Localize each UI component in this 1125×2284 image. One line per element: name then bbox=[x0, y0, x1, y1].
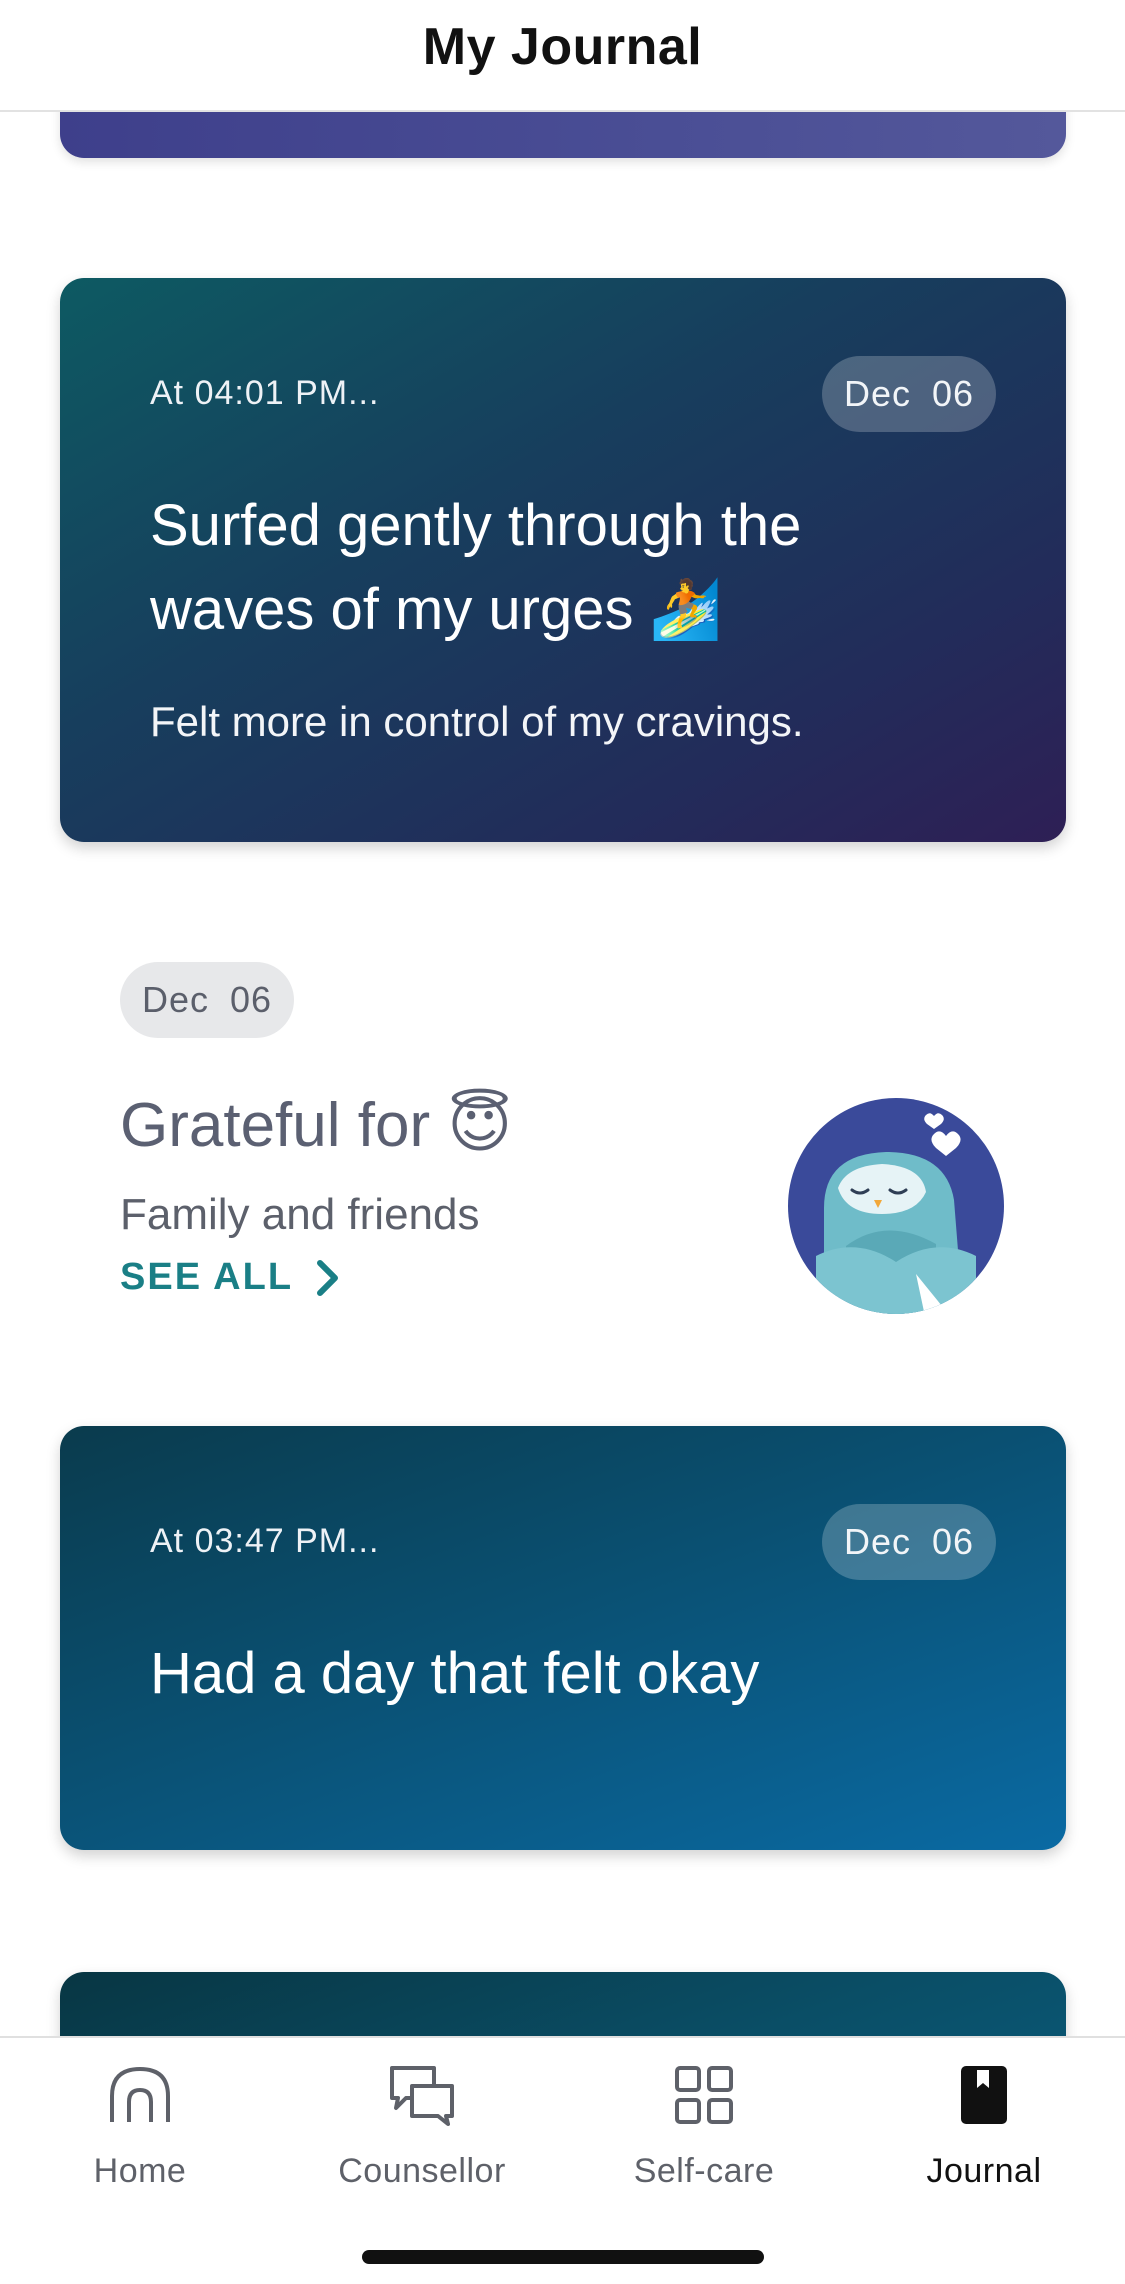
entry-date-badge: Dec 06 bbox=[822, 356, 996, 432]
journal-bookmark-icon bbox=[949, 2060, 1019, 2130]
chat-bubbles-icon bbox=[387, 2060, 457, 2130]
tab-journal-label: Journal bbox=[926, 2152, 1042, 2190]
page-title: My Journal bbox=[422, 18, 703, 76]
see-all-label: SEE ALL bbox=[120, 1256, 294, 1298]
entry-title: Had a day that felt okay bbox=[150, 1641, 760, 1706]
tab-self-care-label: Self-care bbox=[633, 2152, 775, 2190]
journal-entry-card-partial[interactable] bbox=[60, 1972, 1066, 2036]
home-icon bbox=[105, 2060, 175, 2130]
gratitude-title: Grateful for 😇 bbox=[120, 1091, 512, 1160]
tab-counsellor-label: Counsellor bbox=[338, 2152, 506, 2190]
tab-journal[interactable]: Journal bbox=[864, 2058, 1104, 2208]
owl-mascot-illustration bbox=[788, 1098, 1004, 1314]
tab-self-care[interactable]: Self-care bbox=[584, 2058, 824, 2208]
journal-entry-card[interactable]: At 04:01 PM... Dec 06 Surfed gently thro… bbox=[60, 278, 1066, 842]
tab-counsellor[interactable]: Counsellor bbox=[302, 2058, 542, 2208]
home-indicator[interactable] bbox=[362, 2250, 764, 2264]
entry-time: At 04:01 PM... bbox=[150, 374, 380, 412]
top-bar: My Journal bbox=[0, 0, 1125, 112]
entry-date-badge: Dec 06 bbox=[822, 1504, 996, 1580]
entry-title: Surfed gently through the waves of my ur… bbox=[150, 493, 802, 642]
journal-entry-card[interactable]: At 03:47 PM... Dec 06 Had a day that fel… bbox=[60, 1426, 1066, 1850]
chevron-right-icon bbox=[317, 1259, 339, 1296]
grid-icon bbox=[669, 2060, 739, 2130]
see-all-link[interactable]: SEE ALL bbox=[120, 1256, 341, 1299]
tab-home-label: Home bbox=[93, 2152, 187, 2190]
gratitude-body: Family and friends bbox=[120, 1190, 480, 1239]
journal-feed[interactable]: At 04:01 PM... Dec 06 Surfed gently thro… bbox=[0, 0, 1125, 2036]
gratitude-date-badge: Dec 06 bbox=[120, 962, 294, 1038]
tab-home[interactable]: Home bbox=[20, 2058, 260, 2208]
entry-time: At 03:47 PM... bbox=[150, 1522, 380, 1560]
bottom-tab-bar: Home Counsellor Self-care Journal bbox=[0, 2036, 1125, 2284]
entry-body: Felt more in control of my cravings. bbox=[150, 698, 804, 745]
